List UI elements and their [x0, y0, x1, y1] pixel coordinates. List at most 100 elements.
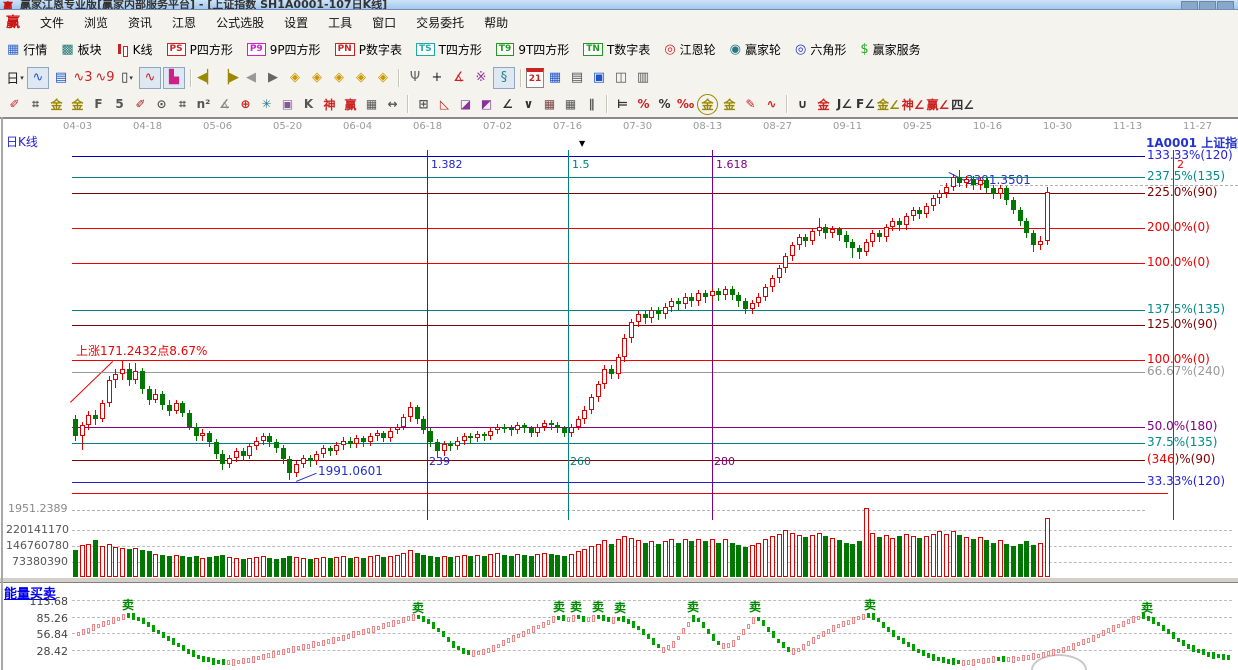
- draw-gann-box-icon[interactable]: ▦: [540, 95, 559, 114]
- draw-f-angle-icon[interactable]: F∠: [856, 95, 875, 114]
- draw-gold-grid-2-icon[interactable]: 金: [68, 95, 87, 114]
- toolbar-button-P四方形[interactable]: PSP四方形: [160, 39, 240, 60]
- draw-star-rays-icon[interactable]: ✳: [257, 95, 276, 114]
- tool-save-icon[interactable]: ▣: [589, 68, 609, 88]
- draw-cup-tool-icon[interactable]: ∪: [793, 95, 812, 114]
- draw-scale-tool-icon[interactable]: ⊨: [613, 95, 632, 114]
- draw-gold-angle-icon[interactable]: 金∠: [877, 95, 900, 114]
- tool-diamond-split-icon[interactable]: ◈: [351, 68, 371, 88]
- tool-first-bar-icon[interactable]: ◀▏: [197, 68, 217, 88]
- tool-wave-9-icon[interactable]: ∿9: [95, 68, 115, 88]
- draw-pen-bars-icon[interactable]: ✎: [741, 95, 760, 114]
- draw-protractor-icon[interactable]: ∡: [215, 95, 234, 114]
- tool-calendar-icon[interactable]: 21: [526, 68, 544, 88]
- menu-item-窗口[interactable]: 窗口: [362, 11, 406, 34]
- draw-square-dots-icon[interactable]: ▣: [278, 95, 297, 114]
- tool-diamond-expand-icon[interactable]: ◈: [329, 68, 349, 88]
- draw-box-tool-icon[interactable]: ⊞: [414, 95, 433, 114]
- draw-draw-pen-icon[interactable]: ✐: [5, 95, 24, 114]
- draw-permille-icon[interactable]: ‰: [676, 95, 695, 114]
- tool-wave-3-icon[interactable]: ∿3: [73, 68, 93, 88]
- menu-item-帮助[interactable]: 帮助: [474, 11, 518, 34]
- draw-j-angle-icon[interactable]: J∠: [835, 95, 854, 114]
- draw-gold-levels-icon[interactable]: 金: [720, 95, 739, 114]
- draw-win-angle-icon[interactable]: 赢∠: [927, 95, 950, 114]
- tool-calculator-icon[interactable]: ▦: [545, 68, 565, 88]
- draw-four-angle-icon[interactable]: 四∠: [951, 95, 974, 114]
- menu-item-资讯[interactable]: 资讯: [118, 11, 162, 34]
- menu-item-浏览[interactable]: 浏览: [74, 11, 118, 34]
- draw-gann-box-2-icon[interactable]: ▦: [561, 95, 580, 114]
- tool-smart-tool-icon[interactable]: §: [493, 67, 515, 89]
- toolbar-button-六角形[interactable]: ◎六角形: [788, 39, 853, 60]
- draw-v-lines-icon[interactable]: ∨: [519, 95, 538, 114]
- menu-item-公式选股[interactable]: 公式选股: [206, 11, 274, 34]
- draw-percent-red-icon[interactable]: %: [634, 95, 653, 114]
- menu-item-交易委托[interactable]: 交易委托: [406, 11, 474, 34]
- tool-blue-wave-icon[interactable]: ∿: [27, 67, 49, 89]
- draw-gold-red-icon[interactable]: 金: [814, 95, 833, 114]
- toolbar-button-9P四方形[interactable]: P99P四方形: [240, 39, 328, 60]
- tool-next-bar-icon[interactable]: ▶: [263, 68, 283, 88]
- tool-red-wave-icon[interactable]: ∿: [139, 67, 161, 89]
- toolbar-button-板块[interactable]: ▩板块: [54, 39, 108, 60]
- draw-percent-icon[interactable]: %: [655, 95, 674, 114]
- draw-circle-cross-icon[interactable]: ⊕: [236, 95, 255, 114]
- energy-indicator-panel[interactable]: 能量买卖 113.68 85.26 56.84 28.42 卖卖卖卖卖卖卖卖卖卖: [0, 583, 1238, 670]
- draw-win-grid-icon[interactable]: 赢: [341, 95, 360, 114]
- draw-gold-circle-icon[interactable]: 金: [697, 94, 718, 115]
- draw-spiral-5-icon[interactable]: 5: [110, 95, 129, 114]
- draw-square-numbers-icon[interactable]: n²: [194, 95, 213, 114]
- tool-histogram-icon[interactable]: ▙: [163, 67, 185, 89]
- tool-period-select-icon[interactable]: 日▾: [5, 68, 25, 88]
- toolbar-button-K线[interactable]: K线: [109, 39, 160, 60]
- toolbar-button-T数字表[interactable]: TNT数字表: [576, 39, 657, 60]
- tool-diamond-right-icon[interactable]: ◈: [307, 68, 327, 88]
- draw-dense-grid-icon[interactable]: ▦: [362, 95, 381, 114]
- toolbar-button-江恩轮[interactable]: ◎江恩轮: [657, 39, 722, 60]
- kline-chart[interactable]: 日K线 1A0001 上证指数 ▼ 上涨171.2432点8.67% 1991.…: [0, 132, 1238, 577]
- draw-gold-grid-1-icon[interactable]: 金: [47, 95, 66, 114]
- draw-shen-angle-icon[interactable]: 神∠: [902, 95, 925, 114]
- tool-candle-style-icon[interactable]: ▯▾: [117, 68, 137, 88]
- draw-fib-grid-icon[interactable]: F: [89, 95, 108, 114]
- menu-item-工具[interactable]: 工具: [318, 11, 362, 34]
- draw-parallel-lines-icon[interactable]: ∥: [582, 95, 601, 114]
- toolbar-button-行情[interactable]: ▦行情: [0, 39, 54, 60]
- tool-last-bar-icon[interactable]: ▕▶: [219, 68, 239, 88]
- tool-network-icon[interactable]: ◫: [611, 68, 631, 88]
- tool-notes-icon[interactable]: ▤: [567, 68, 587, 88]
- draw-wave-tool-icon[interactable]: ∿: [762, 95, 781, 114]
- draw-brush-icon[interactable]: ✐: [131, 95, 150, 114]
- draw-red-fan-icon[interactable]: ◺: [435, 95, 454, 114]
- menu-item-江恩[interactable]: 江恩: [162, 11, 206, 34]
- tool-diamond-left-icon[interactable]: ◈: [285, 68, 305, 88]
- toolbar-button-T四方形[interactable]: TST四方形: [409, 39, 489, 60]
- close-button[interactable]: [1217, 1, 1234, 10]
- tool-print-icon[interactable]: ▥: [633, 68, 653, 88]
- maximize-button[interactable]: [1199, 1, 1216, 10]
- tool-angle-tool-icon[interactable]: ∡: [449, 68, 469, 88]
- menu-item-文件[interactable]: 文件: [30, 11, 74, 34]
- draw-grid-lines-icon[interactable]: ⌗: [26, 95, 45, 114]
- tool-diamond-compress-icon[interactable]: ◈: [373, 68, 393, 88]
- toolbar-button-赢家轮[interactable]: ◉赢家轮: [723, 39, 788, 60]
- draw-fan-square-icon[interactable]: ◪: [456, 95, 475, 114]
- draw-span-arrows-icon[interactable]: ↔: [383, 95, 402, 114]
- tool-pattern-tool-icon[interactable]: ※: [471, 68, 491, 88]
- toolbar-button-赢家服务[interactable]: $赢家服务: [853, 39, 927, 60]
- menu-item-设置[interactable]: 设置: [274, 11, 318, 34]
- tool-hand-tool-icon[interactable]: Ψ: [405, 68, 425, 88]
- tool-prev-bar-icon[interactable]: ◀: [241, 68, 261, 88]
- toolbar-button-P数字表[interactable]: PNP数字表: [328, 39, 409, 60]
- tool-crosshair-tool-icon[interactable]: +: [427, 68, 447, 88]
- draw-price-grid-icon[interactable]: ⌗: [173, 95, 192, 114]
- draw-angle-fan-icon[interactable]: ∠: [498, 95, 517, 114]
- draw-time-cycle-icon[interactable]: ⊙: [152, 95, 171, 114]
- draw-fan-shade-icon[interactable]: ◩: [477, 95, 496, 114]
- toolbar-button-9T四方形[interactable]: T99T四方形: [489, 39, 576, 60]
- drag-marker-icon[interactable]: ▼: [579, 139, 585, 148]
- draw-shen-grid-icon[interactable]: 神: [320, 95, 339, 114]
- draw-k-marks-icon[interactable]: K: [299, 95, 318, 114]
- minimize-button[interactable]: [1181, 1, 1198, 10]
